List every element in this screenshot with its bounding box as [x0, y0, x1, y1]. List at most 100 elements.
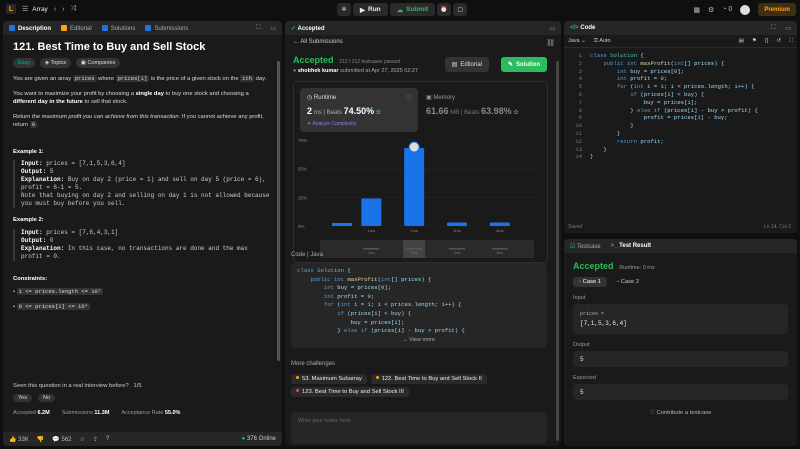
- notes-icon[interactable]: ▤: [739, 38, 744, 44]
- no-button[interactable]: No: [37, 394, 56, 402]
- difficulty-badge[interactable]: Easy: [13, 57, 36, 68]
- case-2-tab[interactable]: • Case 2: [611, 277, 645, 287]
- comments-button[interactable]: 💬 562: [52, 436, 71, 443]
- tab-accepted[interactable]: ✓ Accepted: [291, 25, 325, 32]
- debug-button[interactable]: ✲: [337, 3, 351, 16]
- star-icon[interactable]: ☆: [80, 436, 85, 443]
- next-problem-icon[interactable]: ›: [62, 6, 64, 13]
- description-panel: Description Editorial Solutions Submissi…: [3, 21, 282, 446]
- submitter-name[interactable]: shobhek kumar: [298, 68, 339, 74]
- runtime-distribution-chart: 75% 50% 25% 0% 1ms 2ms 3ms 4ms 1ms 2ms 3ms 4ms: [298, 138, 534, 258]
- challenge-1[interactable]: 53. Maximum Subarray: [291, 374, 367, 384]
- tab-testcase[interactable]: ☑ Testcase: [570, 243, 601, 250]
- ex1-note: Note that buying on day 2 and selling on…: [21, 192, 270, 207]
- yes-button[interactable]: Yes: [13, 394, 32, 402]
- challenge-3[interactable]: 123. Best Time to Buy and Sell Stock III: [291, 387, 409, 397]
- chart-bar[interactable]: [404, 148, 425, 226]
- help-icon[interactable]: ?: [106, 436, 109, 442]
- editorial-button[interactable]: ▤ Editorial: [444, 57, 489, 72]
- topics-chip[interactable]: ◈ Topics: [39, 57, 72, 68]
- tab-submissions[interactable]: Submissions: [145, 24, 188, 32]
- code-line[interactable]: 12 return profit;: [568, 138, 797, 146]
- timer-button[interactable]: ⏰: [437, 3, 452, 16]
- expand-icon[interactable]: ⛶: [771, 25, 775, 32]
- problem-list-button[interactable]: ☰ Array: [22, 5, 48, 14]
- submissions-stat-label: Submissions: [61, 410, 93, 416]
- code-line[interactable]: 3 int buy = prices[0];: [568, 68, 797, 76]
- code-line[interactable]: 2 public int maxProfit(int[] prices) {: [568, 60, 797, 68]
- analyze-complexity-link[interactable]: ✦ Analyze Complexity: [307, 121, 356, 127]
- chart-bar[interactable]: [361, 198, 382, 226]
- close-tab-icon[interactable]: ▭: [549, 25, 555, 32]
- language-select[interactable]: Java ⌄: [568, 38, 586, 44]
- code-line[interactable]: 7 buy = prices[i];: [568, 99, 797, 107]
- solution-button[interactable]: ✎ Solution: [500, 57, 547, 72]
- info-icon[interactable]: ⓘ: [406, 93, 412, 102]
- submission-scrollbar[interactable]: [556, 61, 559, 441]
- minimize-icon[interactable]: ▭: [270, 25, 276, 32]
- avatar[interactable]: [740, 4, 751, 15]
- submission-meta: ● shobhek kumar submitted at Apr 27, 202…: [293, 68, 418, 74]
- code-line[interactable]: 4 int profit = 0;: [568, 75, 797, 83]
- ex1-input-line: Input: prices = [7,1,5,3,6,4]: [21, 160, 272, 168]
- shuffle-icon[interactable]: ⤨: [71, 5, 77, 13]
- challenge-2[interactable]: 122. Best Time to Buy and Sell Stock II: [370, 374, 487, 384]
- code-line[interactable]: 10 }: [568, 122, 797, 130]
- chart-bar[interactable]: [446, 222, 467, 226]
- code-line[interactable]: 6 if (prices[i] < buy) {: [568, 91, 797, 99]
- submit-button[interactable]: ☁ Submit: [389, 3, 436, 16]
- p2-text-c: to sell that stock.: [82, 99, 128, 105]
- code-line[interactable]: 11 }: [568, 130, 797, 138]
- code-line[interactable]: 5 for (int i = 1; i < prices.length; i++…: [568, 83, 797, 91]
- preview-code-line: int buy = prices[0];: [323, 284, 392, 292]
- layout-icon[interactable]: ▦: [693, 6, 700, 14]
- code-tab[interactable]: </> Code: [570, 25, 595, 31]
- maximize-icon[interactable]: ⛶: [256, 25, 260, 32]
- code-icon: </>: [570, 25, 579, 31]
- case-1-tab[interactable]: • Case 1: [573, 277, 608, 287]
- share-icon[interactable]: ⇪: [93, 436, 98, 443]
- prev-problem-icon[interactable]: ‹: [54, 6, 56, 13]
- cursor-position: Ln 14, Col 2: [764, 224, 791, 230]
- auto-complete-toggle[interactable]: ⚿ Auto: [594, 38, 611, 45]
- code-editor[interactable]: 1 class Solution {2 public int maxProfit(…: [564, 48, 797, 161]
- companies-chip[interactable]: ▣ Companies: [75, 57, 121, 68]
- format-icon[interactable]: {}: [765, 38, 769, 44]
- notes-input[interactable]: Write your notes here: [291, 412, 547, 444]
- accepted-stat: Accepted 6.2M: [13, 410, 50, 416]
- run-button[interactable]: ▶ Run: [353, 3, 388, 16]
- code-line[interactable]: 8 } else if (prices[i] - buy > profit) {: [568, 107, 797, 115]
- tab-test-result[interactable]: >_ Test Result: [611, 243, 651, 249]
- reset-icon[interactable]: ↺: [777, 38, 782, 44]
- leetcode-logo-icon[interactable]: L: [6, 4, 16, 14]
- code-line[interactable]: 9 profit = prices[i] - buy;: [568, 114, 797, 122]
- fullscreen-icon[interactable]: ⛶: [789, 38, 793, 45]
- dislike-button[interactable]: 👎: [37, 436, 44, 443]
- view-more-button[interactable]: ⌄ View more: [291, 333, 547, 348]
- minimize-code-icon[interactable]: ▭: [785, 25, 791, 32]
- runtime-card[interactable]: ◷ Runtime ⓘ 2 ms | Beats 74.50% ✿ ✦ Anal…: [300, 88, 418, 132]
- memory-label[interactable]: ▣ Memory: [426, 94, 455, 101]
- bookmark-icon[interactable]: ⚑: [752, 38, 757, 44]
- code-line[interactable]: 14}: [568, 153, 797, 161]
- like-button[interactable]: 👍 33K: [9, 436, 29, 443]
- back-to-submissions[interactable]: ← All Submissions: [293, 39, 343, 45]
- example-2: Input: prices = [7,6,4,3,1] Output: 0 Ex…: [13, 228, 272, 261]
- tab-description[interactable]: Description: [9, 24, 51, 32]
- chart-bar[interactable]: [489, 222, 510, 226]
- code-line[interactable]: 13 }: [568, 146, 797, 154]
- contribute-testcase-button[interactable]: ♡ Contribute a testcase: [573, 410, 788, 416]
- statement-p3: Return the maximum profit you can achiev…: [13, 113, 272, 130]
- tab-accepted-label: Accepted: [297, 25, 325, 32]
- notification-icon[interactable]: ◔ 0: [722, 6, 732, 13]
- premium-button[interactable]: Premium: [758, 3, 796, 16]
- solutions-icon: [101, 24, 108, 31]
- code-line[interactable]: 1 class Solution {: [568, 52, 797, 60]
- description-footer: 👍 33K 👎 💬 562 ☆ ⇪ ? ● 376 Online: [3, 432, 282, 446]
- tab-solutions[interactable]: Solutions: [101, 24, 135, 32]
- link-icon[interactable]: ⛓: [546, 39, 555, 47]
- settings-icon[interactable]: ⚙: [708, 6, 714, 14]
- tab-editorial[interactable]: Editorial: [61, 24, 92, 32]
- notes-button[interactable]: ▢: [453, 3, 468, 16]
- description-scrollbar[interactable]: [277, 61, 280, 361]
